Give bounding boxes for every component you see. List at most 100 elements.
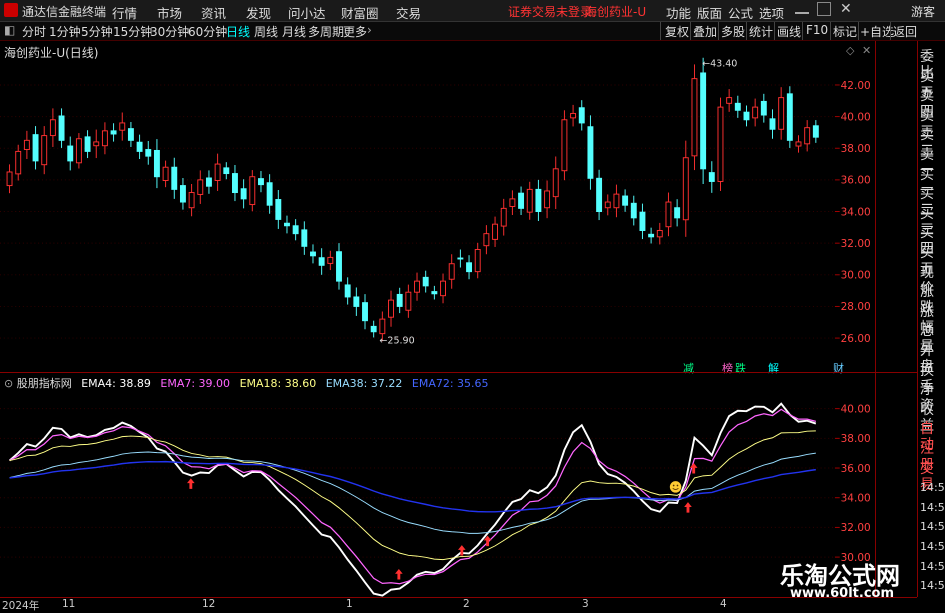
tab-weekly[interactable]: 周线 (254, 23, 278, 40)
menu-quotes[interactable]: 行情 (112, 3, 137, 22)
chevron-right-icon[interactable]: › (367, 23, 372, 37)
y-tick-label: 32.00 (841, 238, 871, 250)
candle-body (336, 251, 342, 282)
draw-button[interactable]: 画线 (777, 23, 801, 40)
chart-title: 海创药业-U(日线) (4, 46, 99, 60)
quote-label: 14:56 (920, 559, 945, 573)
date-label: 11 (62, 598, 76, 610)
candle-body (284, 222, 290, 227)
date-label: 2024年 (2, 600, 40, 612)
quote-label: 14:56 (920, 579, 945, 593)
add-watchlist-button[interactable]: +自选 (860, 23, 894, 40)
menu-function[interactable]: 功能 (666, 3, 691, 22)
candle-body (760, 100, 767, 116)
y-tick-label: 36.00 (841, 175, 871, 187)
close-panel-icon[interactable]: ✕ (862, 44, 871, 57)
smiley-eye (672, 484, 675, 487)
adjust-button[interactable]: 复权 (665, 23, 689, 40)
candle-body (119, 122, 126, 131)
menu-trade[interactable]: 交易 (396, 3, 421, 22)
candle-body (665, 201, 672, 228)
candle-body (474, 249, 481, 273)
quote-label: 14:56 (920, 500, 945, 514)
candle-body (67, 145, 74, 162)
y-tick-label: 28.00 (841, 301, 871, 313)
indicator-dropdown-icon[interactable]: ⊙ (4, 377, 13, 390)
y-tick-label: 34.00 (841, 493, 871, 505)
maximize-icon[interactable] (817, 2, 831, 16)
toolbar-separator (802, 22, 803, 40)
toolbar-separator (746, 22, 747, 40)
tab-5min[interactable]: 5分钟 (81, 23, 113, 40)
candle-body (162, 166, 169, 181)
menu-layout[interactable]: 版面 (697, 3, 722, 22)
tab-30min[interactable]: 30分钟 (150, 23, 189, 40)
tab-1min[interactable]: 1分钟 (49, 23, 81, 40)
menu-ask[interactable]: 问小达 (288, 3, 326, 22)
candle-body (622, 195, 629, 206)
menu-wealth[interactable]: 财富圈 (341, 3, 379, 22)
date-label: 4 (720, 598, 727, 610)
menu-market[interactable]: 市场 (157, 3, 182, 22)
candle-body (127, 128, 134, 141)
back-button[interactable]: 返回 (893, 23, 917, 40)
candle-body (604, 201, 611, 209)
candle-body (448, 263, 455, 280)
indicator-chart[interactable]: 40.0038.0036.0034.0032.0030.00 (0, 373, 875, 597)
candle-body (552, 168, 559, 198)
guest-login[interactable]: 游客 (911, 3, 935, 20)
y-tick-label: 40.00 (841, 403, 871, 415)
tab-monthly[interactable]: 月线 (282, 23, 306, 40)
menu-news[interactable]: 资讯 (201, 3, 226, 22)
indicator-name[interactable]: 股朋指标网 (17, 377, 72, 390)
candle-body (526, 188, 533, 213)
f10-button[interactable]: F10 (806, 23, 828, 37)
candle-body (613, 193, 620, 209)
close-icon[interactable]: ✕ (840, 2, 854, 16)
login-warning[interactable]: 证券交易未登录 (508, 3, 592, 20)
menu-options[interactable]: 选项 (759, 3, 784, 22)
multi-stock-button[interactable]: 多股 (721, 23, 745, 40)
candle-body (6, 171, 13, 187)
candle-body (41, 135, 48, 166)
y-tick-label: 38.00 (841, 143, 871, 155)
menu-formula[interactable]: 公式 (728, 3, 753, 22)
candle-body (682, 157, 689, 221)
legend-ema72: EMA72: 35.65 (411, 377, 489, 390)
ema-line-ema4 (8, 402, 817, 597)
tab-60min[interactable]: 60分钟 (188, 23, 227, 40)
ema-line-ema7 (9, 408, 816, 585)
candlestick-chart[interactable]: 42.00 40.00 38.00 36.00 34.00 32.00 30.00 28.00… (0, 41, 875, 371)
stats-button[interactable]: 统计 (749, 23, 773, 40)
app-logo-icon (4, 3, 18, 17)
buy-arrow-icon (395, 568, 403, 580)
tab-more[interactable]: 更多 (343, 23, 367, 40)
candle-body (544, 190, 551, 209)
tab-multi-period[interactable]: 多周期 (308, 23, 344, 40)
candle-body (596, 177, 603, 213)
watermark-url: www.60lt.com (790, 586, 895, 601)
candle-body (518, 192, 525, 209)
toolbar-separator (830, 22, 831, 40)
y-tick-label: 40.00 (841, 111, 871, 123)
settings-diamond-icon[interactable]: ◇ (846, 44, 854, 57)
candle-body (75, 138, 82, 164)
axis-divider (875, 41, 876, 597)
toolbar-left-icon[interactable]: ◧ (4, 23, 15, 37)
candle-body (431, 291, 438, 295)
candle-body (258, 178, 264, 186)
menu-discover[interactable]: 发现 (246, 3, 271, 22)
toolbar-separator (718, 22, 719, 40)
date-axis: 2024年 11 12 1 2 3 4 (0, 597, 917, 612)
candle-body (240, 188, 247, 200)
mark-button[interactable]: 标记 (833, 23, 857, 40)
tab-intraday[interactable]: 分时 (22, 23, 46, 40)
overlay-button[interactable]: 叠加 (693, 23, 717, 40)
legend-ema38: EMA38: 37.22 (325, 377, 403, 390)
high-price-label: ←43.40 (702, 59, 737, 70)
candle-body (396, 293, 403, 307)
candle-body (587, 126, 594, 179)
minimize-icon[interactable] (795, 2, 809, 14)
tab-15min[interactable]: 15分钟 (113, 23, 152, 40)
tab-daily[interactable]: 日线 (226, 23, 250, 40)
